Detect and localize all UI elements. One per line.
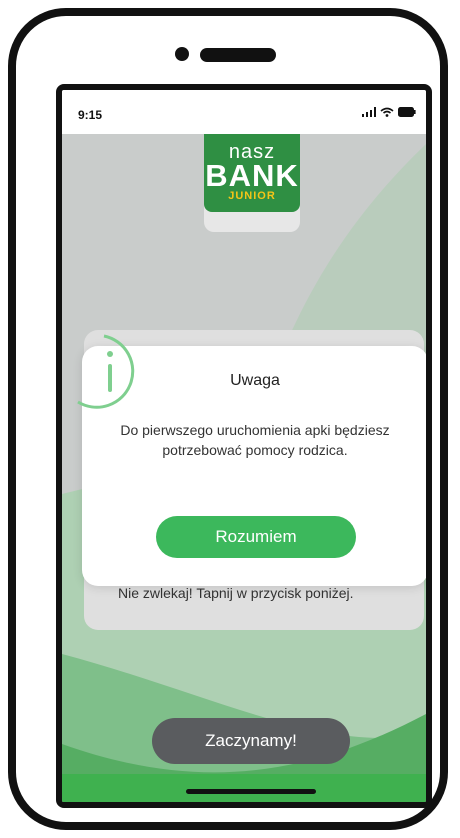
start-button[interactable]: Zaczynamy! bbox=[152, 718, 350, 764]
app-screen: 9:15 nasz BANK JUNIOR Nie zwlekaj! Tapni… bbox=[56, 84, 432, 808]
dialog-message: Do pierwszego uruchomienia apki będziesz… bbox=[120, 422, 390, 458]
status-icons bbox=[362, 107, 416, 117]
alert-dialog: Uwaga Do pierwszego uruchomienia apki bę… bbox=[77, 334, 426, 586]
background-hint-text: Nie zwlekaj! Tapnij w przycisk poniżej. bbox=[118, 585, 354, 601]
dialog-title: Uwaga bbox=[230, 372, 280, 389]
status-time: 9:15 bbox=[78, 108, 103, 122]
logo-line2: BANK bbox=[205, 158, 299, 193]
camera-dot bbox=[175, 47, 189, 61]
wifi-icon bbox=[380, 107, 394, 117]
info-icon bbox=[77, 334, 135, 409]
bottom-bar bbox=[62, 774, 426, 802]
speaker-bar bbox=[200, 48, 276, 62]
nasz-bank-junior-logo: nasz BANK JUNIOR bbox=[204, 134, 300, 212]
phone-frame: 9:15 nasz BANK JUNIOR Nie zwlekaj! Tapni… bbox=[8, 8, 448, 830]
battery-icon bbox=[398, 107, 416, 117]
status-bar: 9:15 bbox=[62, 90, 426, 134]
signal-icon bbox=[362, 107, 376, 117]
understand-button[interactable]: Rozumiem bbox=[156, 516, 356, 558]
home-indicator[interactable] bbox=[186, 789, 316, 794]
